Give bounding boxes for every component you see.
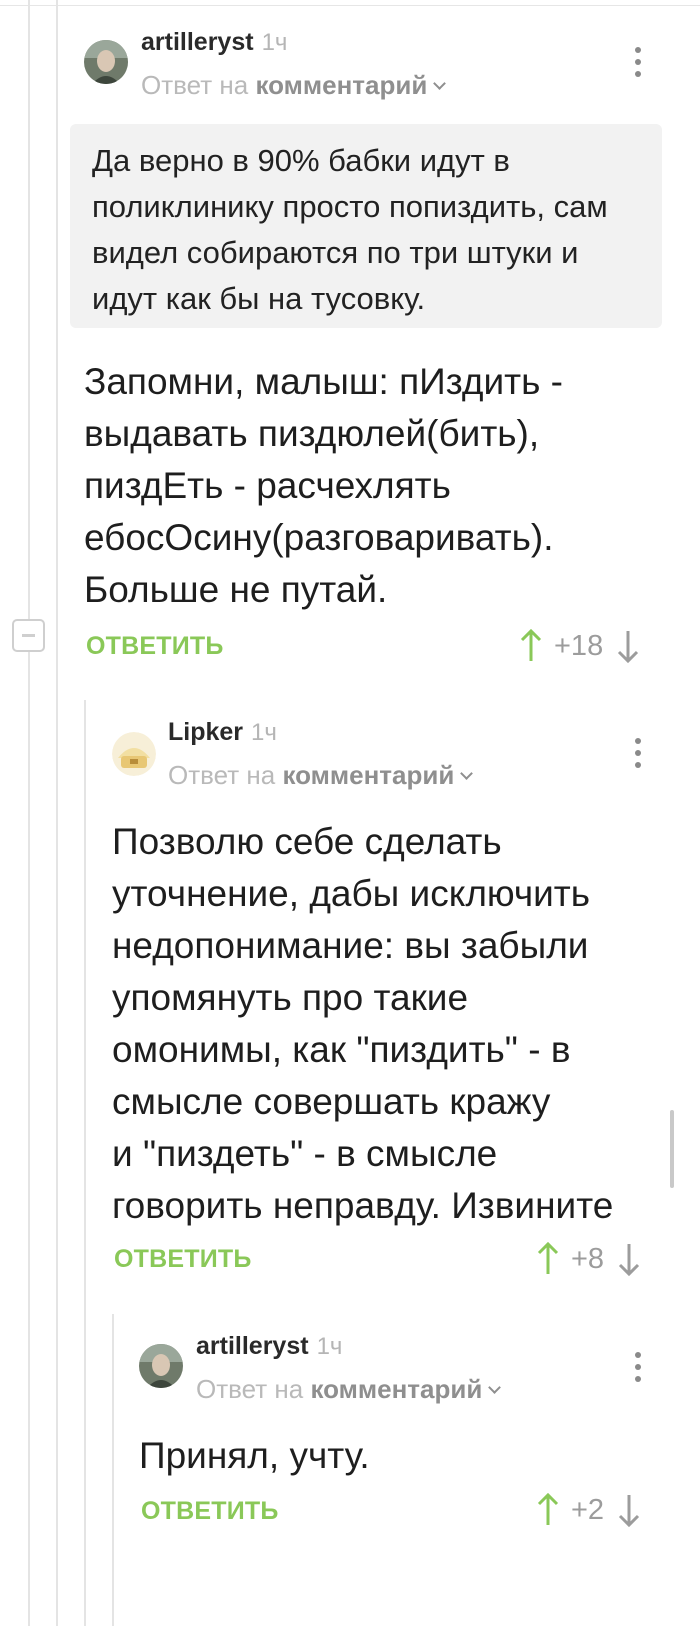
reply-button[interactable]: ОТВЕТИТЬ — [86, 632, 224, 661]
vote-controls: +2 — [535, 1490, 642, 1530]
comment-author[interactable]: Lipker 1ч — [168, 718, 277, 747]
vote-score: +18 — [554, 629, 604, 662]
comment-text-line: смысле совершать кражу — [112, 1081, 551, 1122]
comment-text-line: Принял, учту. — [139, 1435, 370, 1476]
comment-text-line: Запомни, малыш: пИздить - — [84, 361, 563, 402]
comment-3: artilleryst 1ч Ответ на комментарий Приня… — [0, 1314, 700, 1626]
upvote-icon[interactable] — [535, 1492, 561, 1528]
comment-1: artilleryst 1ч Ответ на комментарий Да ве… — [0, 0, 700, 700]
reply-to-target[interactable]: комментарий — [255, 70, 427, 100]
comment-time: 1ч — [261, 29, 288, 56]
comment-text-line: омонимы, как "пиздить" - в — [112, 1029, 571, 1070]
upvote-icon[interactable] — [535, 1241, 561, 1277]
chevron-down-icon[interactable] — [433, 77, 447, 90]
more-options-icon[interactable] — [633, 1350, 643, 1384]
reply-to-prefix: Ответ на — [168, 760, 276, 790]
avatar[interactable] — [112, 732, 156, 776]
reply-to-prefix: Ответ на — [141, 70, 249, 100]
reply-button[interactable]: ОТВЕТИТЬ — [114, 1245, 252, 1274]
upvote-icon[interactable] — [518, 628, 544, 664]
comment-time: 1ч — [316, 1333, 343, 1360]
comment-text-line: Больше не путай. — [84, 569, 388, 610]
comment-text-line: и "пиздеть" - в смысле — [112, 1133, 498, 1174]
comment-text-line: упомянуть про такие — [112, 977, 469, 1018]
reply-to-target[interactable]: комментарий — [310, 1374, 482, 1404]
more-options-icon[interactable] — [633, 736, 643, 770]
comment-2: Lipker 1ч Ответ на комментарий Позволю се… — [0, 700, 700, 1314]
comment-text: Принял, учту. — [139, 1430, 669, 1482]
comment-text: Запомни, малыш: пИздить - выдавать пиздю… — [84, 356, 664, 616]
vote-controls: +8 — [535, 1239, 642, 1279]
comment-author[interactable]: artilleryst 1ч — [141, 28, 287, 57]
chevron-down-icon[interactable] — [488, 1381, 502, 1394]
vote-score: +2 — [571, 1493, 605, 1526]
downvote-icon[interactable] — [615, 628, 641, 664]
comment-text-line: выдавать пиздюлей(бить), — [84, 413, 540, 454]
comment-text-line: Позволю себе сделать — [112, 821, 502, 862]
downvote-icon[interactable] — [616, 1241, 642, 1277]
scrollbar[interactable] — [670, 1110, 674, 1188]
vote-score: +8 — [571, 1242, 605, 1275]
author-name[interactable]: artilleryst — [196, 1332, 309, 1360]
reply-to-link[interactable]: Ответ на комментарий — [168, 760, 474, 791]
comment-text-line: ебосОсину(разговаривать). — [84, 517, 554, 558]
author-name[interactable]: Lipker — [168, 718, 243, 746]
author-name[interactable]: artilleryst — [141, 28, 254, 56]
chevron-down-icon[interactable] — [460, 767, 474, 780]
comment-text-line: недопонимание: вы забыли — [112, 925, 589, 966]
comment-text-line: пиздЕть - расчехлять — [84, 465, 451, 506]
comment-time: 1ч — [251, 719, 277, 746]
avatar[interactable] — [139, 1344, 183, 1388]
reply-to-link[interactable]: Ответ на комментарий — [196, 1374, 502, 1405]
avatar[interactable] — [84, 40, 128, 84]
comment-text-line: уточнение, дабы исключить — [112, 873, 591, 914]
reply-to-target[interactable]: комментарий — [282, 760, 454, 790]
more-options-icon[interactable] — [633, 45, 643, 79]
reply-button[interactable]: ОТВЕТИТЬ — [141, 1497, 279, 1526]
comment-text-line: говорить неправду. Извините — [112, 1185, 614, 1226]
comment-text: Позволю себе сделать уточнение, дабы иск… — [112, 816, 670, 1232]
quote-text: Да верно в 90% бабки идут в поликлинику … — [92, 143, 608, 316]
downvote-icon[interactable] — [616, 1492, 642, 1528]
comment-author[interactable]: artilleryst 1ч — [196, 1332, 342, 1361]
reply-to-prefix: Ответ на — [196, 1374, 304, 1404]
vote-controls: +18 — [518, 626, 641, 666]
quoted-comment: Да верно в 90% бабки идут в поликлинику … — [70, 124, 662, 328]
reply-to-link[interactable]: Ответ на комментарий — [141, 70, 447, 101]
